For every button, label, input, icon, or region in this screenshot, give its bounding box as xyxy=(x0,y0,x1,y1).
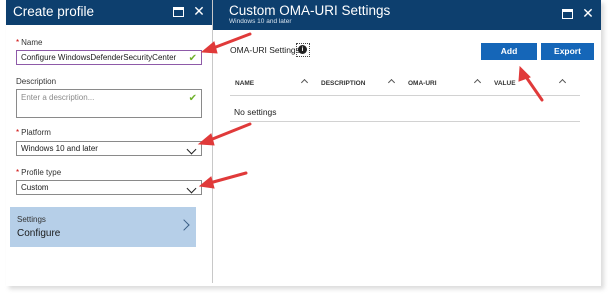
checkmark-icon: ✔ xyxy=(188,93,197,104)
oma-uri-section-label: OMA-URI Settings xyxy=(230,45,300,55)
column-header-description[interactable]: DESCRIPTION xyxy=(321,80,365,87)
table-divider xyxy=(230,121,580,122)
add-button[interactable]: Add xyxy=(481,43,537,60)
close-icon[interactable]: ✕ xyxy=(581,6,595,20)
name-input[interactable]: Configure WindowsDefenderSecurityCenter … xyxy=(16,50,202,65)
create-profile-blade: Create profile ✕ * Name Configure Windows… xyxy=(6,0,213,283)
sort-caret-icon[interactable] xyxy=(473,78,482,87)
screenshot-canvas: Create profile ✕ * Name Configure Windows… xyxy=(0,0,614,295)
platform-select-value: Windows 10 and later xyxy=(21,144,98,153)
custom-oma-uri-blade: Custom OMA-URI Settings Windows 10 and l… xyxy=(213,0,601,283)
column-header-value[interactable]: VALUE xyxy=(494,80,516,87)
export-button[interactable]: Export xyxy=(541,43,594,60)
table-divider xyxy=(230,95,580,96)
profile-type-select-value: Custom xyxy=(21,183,49,192)
settings-tile-value: Configure xyxy=(17,228,61,239)
close-icon[interactable]: ✕ xyxy=(192,4,206,18)
chevron-down-icon xyxy=(186,144,197,155)
platform-select[interactable]: Windows 10 and later xyxy=(16,141,202,156)
sort-caret-icon[interactable] xyxy=(558,78,567,87)
info-icon[interactable]: i xyxy=(298,45,307,54)
empty-table-text: No settings xyxy=(234,107,277,117)
name-input-value: Configure WindowsDefenderSecurityCenter xyxy=(21,53,177,62)
settings-tile[interactable]: Settings Configure xyxy=(10,207,196,247)
required-marker: * xyxy=(16,128,20,137)
required-marker: * xyxy=(16,168,20,177)
header-controls: ✕ xyxy=(173,4,206,18)
description-label: Description xyxy=(16,77,57,86)
chevron-down-icon xyxy=(186,183,197,194)
checkmark-icon: ✔ xyxy=(188,53,197,64)
header-controls: ✕ xyxy=(562,6,595,20)
platform-label: * Platform xyxy=(16,128,51,137)
column-header-oma-uri[interactable]: OMA-URI xyxy=(408,80,437,87)
oma-uri-header: Custom OMA-URI Settings Windows 10 and l… xyxy=(213,0,601,30)
sort-caret-icon[interactable] xyxy=(387,78,396,87)
settings-tile-label: Settings xyxy=(17,215,46,224)
description-input[interactable]: Enter a description... ✔ xyxy=(16,89,202,118)
maximize-icon[interactable] xyxy=(173,7,184,17)
column-header-name[interactable]: NAME xyxy=(235,80,254,87)
create-profile-header: Create profile ✕ xyxy=(6,0,212,25)
description-placeholder: Enter a description... xyxy=(21,93,95,102)
profile-type-label: * Profile type xyxy=(16,168,62,177)
name-label: * Name xyxy=(16,38,43,47)
create-profile-title: Create profile xyxy=(13,4,95,19)
oma-uri-title: Custom OMA-URI Settings xyxy=(229,3,391,18)
maximize-icon[interactable] xyxy=(562,9,573,19)
profile-type-select[interactable]: Custom xyxy=(16,180,202,195)
chevron-right-icon xyxy=(178,219,190,231)
sort-caret-icon[interactable] xyxy=(300,78,309,87)
oma-uri-subtitle: Windows 10 and later xyxy=(229,18,292,25)
required-marker: * xyxy=(16,38,20,47)
